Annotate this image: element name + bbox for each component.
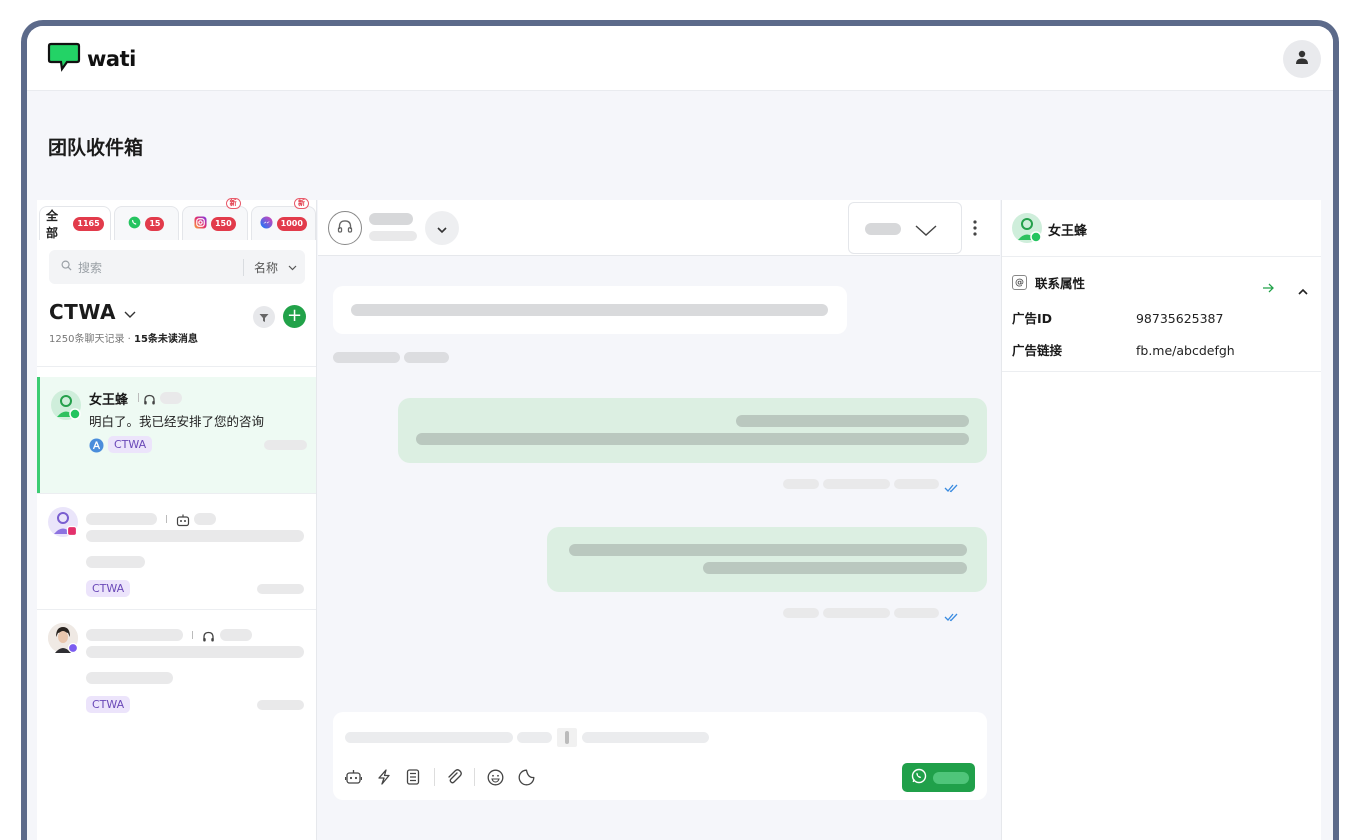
chevron-down-icon [915,222,937,241]
chevron-down-icon [288,260,297,274]
contact-details-panel: 女王蜂 @ 联系属性 广告ID 98735625387 广告链接 fb.me/a… [1001,200,1321,840]
channel-tabs: 全部 1165 15 新 150 新 1000 [39,198,317,242]
agent-avatar[interactable] [328,211,362,245]
assignee-icon [89,438,104,457]
attribute-value: 98735625387 [1135,311,1224,326]
at-icon: @ [1012,275,1027,290]
logo-text: wati [87,47,136,71]
sort-select[interactable]: 名称 [242,258,305,276]
search-input[interactable]: 搜索 [78,259,243,276]
status-select[interactable] [848,202,962,254]
text-cursor [557,728,577,747]
list-title[interactable]: CTWA [49,300,136,324]
double-check-icon [944,478,959,497]
ctwa-tag: CTWA [86,696,131,713]
logo[interactable]: wati [47,42,136,76]
whatsapp-icon [128,216,141,232]
attribute-row: 广告ID 98735625387 [1012,308,1223,327]
tab-all[interactable]: 全部 1165 [39,206,111,240]
tab-messenger[interactable]: 新 1000 [250,198,317,240]
instagram-icon [194,215,207,232]
contact-name: 女王蜂 [89,393,129,408]
outgoing-message [547,527,987,592]
headset-icon [202,628,215,647]
contact-avatar [48,507,78,537]
tab-messenger-count: 1000 [276,216,307,231]
search-bar: 搜索 名称 [49,250,305,284]
chevron-up-icon[interactable] [1298,280,1308,299]
contact-avatar [51,390,81,420]
plus-icon: + [286,305,303,326]
placeholder-bar [264,440,307,450]
app-window: wati 团队收件箱 全部 1165 15 新 150 新 1000 搜索 名称… [21,20,1339,840]
user-icon [1294,49,1310,69]
tab-all-label: 全部 [46,208,59,240]
filter-button[interactable] [253,306,275,328]
template-icon[interactable] [406,769,420,789]
new-tag: 新 [225,198,241,209]
message-composer[interactable] [333,712,987,800]
list-title-text: CTWA [49,300,116,324]
last-message: 明白了。我已经安排了您的咨询 [89,414,265,429]
conversation-item[interactable]: CTWA [37,610,316,726]
messenger-icon [260,215,273,232]
contact-name: 女王蜂 [1048,224,1088,239]
double-check-icon [944,607,959,626]
divider [37,366,316,367]
chat-panel [318,200,1000,840]
new-tag: 新 [294,198,310,209]
emoji-icon[interactable] [487,769,504,790]
attachment-icon[interactable] [446,769,463,790]
lightning-icon[interactable] [377,769,391,789]
top-bar: wati [27,26,1333,91]
attribute-key: 广告ID [1012,311,1053,326]
headset-icon [337,219,353,238]
sticker-icon[interactable] [518,769,535,790]
whatsapp-icon [911,768,927,788]
wati-logo-icon [47,42,81,76]
page-title: 团队收件箱 [48,137,144,159]
chat-header [318,200,1000,256]
sort-label: 名称 [253,260,278,275]
headset-icon [143,391,156,410]
list-stats: 1250条聊天记录 · 15条未读消息 [49,334,198,345]
filter-icon [259,308,269,327]
bot-icon [176,512,190,531]
attribute-key: 广告链接 [1012,343,1063,358]
incoming-message [333,286,847,334]
ctwa-tag: CTWA [86,580,131,597]
send-button[interactable] [902,763,975,792]
unread-count: 15条未读消息 [134,334,198,345]
tab-all-count: 1165 [73,216,104,231]
tab-whatsapp[interactable]: 15 [113,206,180,240]
arrow-right-icon[interactable] [1262,278,1275,297]
contact-attributes-header: @ 联系属性 [1012,273,1085,292]
more-options-icon[interactable] [970,218,980,238]
tab-instagram[interactable]: 新 150 [182,198,248,240]
contact-avatar [1012,213,1042,243]
outgoing-message [398,398,987,463]
search-icon [61,260,72,274]
attribute-row: 广告链接 fb.me/abcdefgh [1012,340,1235,359]
tab-instagram-count: 150 [210,216,236,231]
bot-icon[interactable] [344,769,363,789]
conversation-item[interactable]: CTWA [37,494,316,610]
contact-avatar [48,623,79,654]
conversation-list-panel: 全部 1165 15 新 150 新 1000 搜索 名称 CTWA 1250条… [37,198,317,840]
section-title: 联系属性 [1035,276,1086,291]
placeholder-bar [160,392,182,404]
records-count: 1250条聊天记录 [49,334,125,345]
user-account-button[interactable] [1283,40,1321,78]
attribute-value: fb.me/abcdefgh [1135,343,1235,358]
assign-dropdown-button[interactable] [425,211,459,245]
ctwa-tag: CTWA [108,436,153,453]
conversation-item[interactable]: 女王蜂 明白了。我已经安排了您的咨询 CTWA [37,377,316,493]
chevron-down-icon [437,219,447,238]
chevron-down-icon [124,300,136,324]
tab-whatsapp-count: 15 [145,216,165,231]
add-conversation-button[interactable]: + [283,305,306,328]
